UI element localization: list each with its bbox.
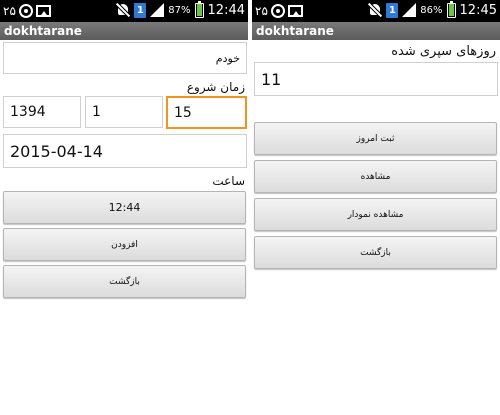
name-input[interactable] (3, 42, 247, 74)
status-right-group: 1 86% 12:45 (368, 0, 497, 18)
elapsed-days-label: روزهای سپری شده (391, 44, 496, 59)
right-screen: ۲۵ 1 86% 12:45 dokhtarane روزهای سپری شد… (252, 0, 500, 415)
time-picker-button[interactable]: 12:44 (3, 191, 246, 224)
back-button[interactable]: بازگشت (3, 265, 246, 298)
circle-notification-icon (270, 4, 285, 18)
day-input[interactable] (166, 96, 247, 129)
battery-icon (446, 0, 456, 18)
status-time: 12:45 (459, 2, 497, 18)
status-time: 12:44 (207, 2, 245, 18)
signal-icon (402, 3, 417, 17)
add-button[interactable]: افزودن (3, 228, 246, 261)
status-left-group: ۲۵ (3, 3, 51, 19)
mute-icon (368, 2, 383, 18)
circle-notification-icon (18, 4, 33, 18)
signal-icon (150, 3, 165, 17)
battery-percent: 87% (168, 4, 191, 16)
back-button[interactable]: بازگشت (254, 236, 497, 269)
record-today-button[interactable]: ثبت امروز (254, 122, 497, 155)
start-time-label: زمان شروع (186, 80, 245, 94)
left-screen: ۲۵ 1 87% 12:44 dokhtarane زمان شروع ساعت… (0, 0, 248, 415)
battery-icon (194, 0, 204, 18)
notification-count: ۲۵ (3, 4, 16, 18)
photo-notification-icon (35, 5, 51, 17)
date-input[interactable] (3, 134, 247, 168)
status-bar: ۲۵ 1 87% 12:44 (0, 0, 248, 22)
hour-label: ساعت (212, 174, 245, 188)
view-chart-button[interactable]: مشاهده نمودار (254, 198, 497, 231)
status-left-group: ۲۵ (255, 3, 303, 19)
sim-icon: 1 (386, 2, 399, 18)
app-title: dokhtarane (252, 22, 500, 40)
mute-icon (116, 2, 131, 18)
sim-icon: 1 (134, 2, 147, 18)
app-title: dokhtarane (0, 22, 248, 40)
status-right-group: 1 87% 12:44 (116, 0, 245, 18)
photo-notification-icon (287, 5, 303, 17)
elapsed-days-input[interactable] (254, 62, 498, 96)
view-button[interactable]: مشاهده (254, 160, 497, 193)
notification-count: ۲۵ (255, 4, 268, 18)
month-input[interactable] (85, 96, 163, 128)
status-bar: ۲۵ 1 86% 12:45 (252, 0, 500, 22)
year-input[interactable] (3, 96, 81, 128)
battery-percent: 86% (420, 4, 443, 16)
